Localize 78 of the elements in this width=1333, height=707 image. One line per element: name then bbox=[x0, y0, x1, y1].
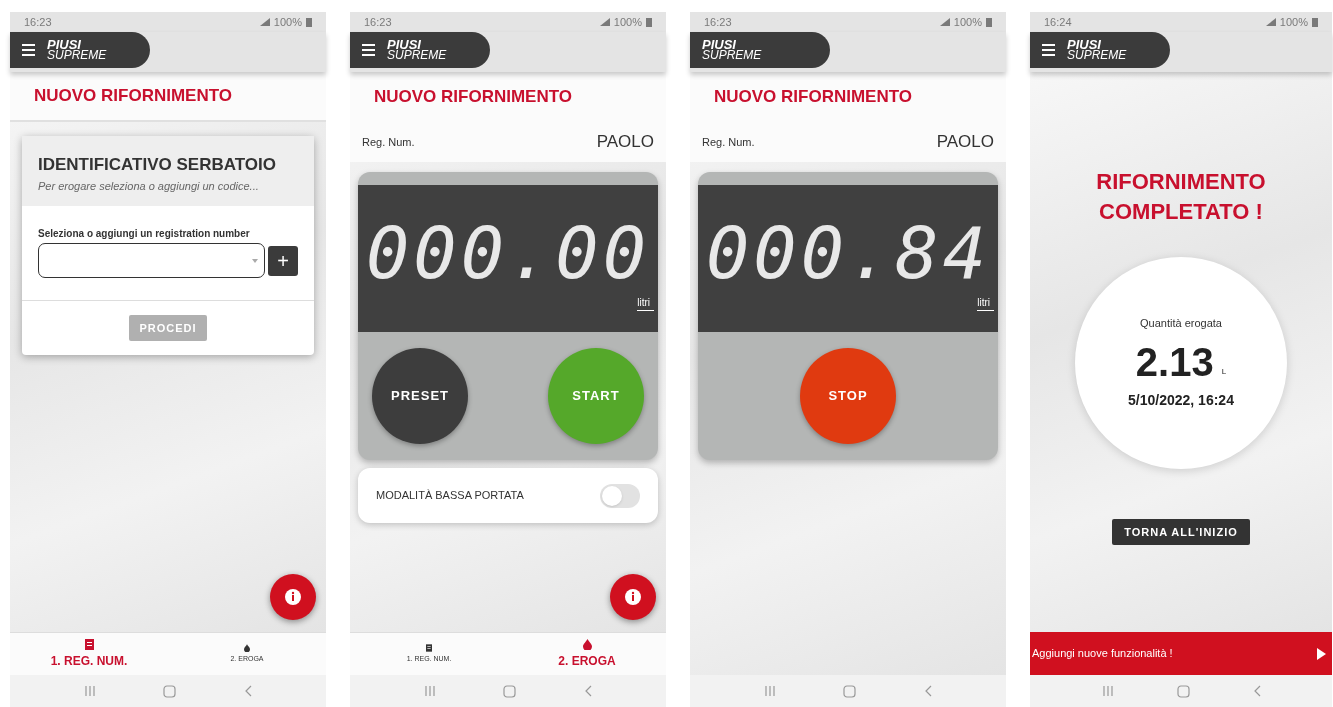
status-time: 16:23 bbox=[24, 14, 52, 30]
info-icon bbox=[284, 588, 302, 606]
logo-text: SUPREME bbox=[387, 50, 447, 61]
signal-icon bbox=[939, 18, 950, 26]
page-title: NUOVO RIFORNIMENTO bbox=[374, 86, 573, 109]
logo-text: SUPREME bbox=[47, 50, 107, 61]
logo-text: SUPREME bbox=[702, 50, 762, 61]
home-icon[interactable] bbox=[843, 684, 857, 698]
start-button[interactable]: START bbox=[548, 348, 644, 444]
battery-level: 100% bbox=[1279, 14, 1308, 30]
document-icon bbox=[426, 643, 432, 652]
back-icon[interactable] bbox=[584, 685, 593, 697]
display-unit: litri bbox=[637, 294, 654, 311]
signal-icon bbox=[259, 18, 270, 26]
logo-text: PIUSI bbox=[702, 39, 736, 50]
quantity-label: Quantità erogata bbox=[1140, 316, 1222, 332]
battery-icon bbox=[986, 17, 992, 27]
result-title: RIFORNIMENTO COMPLETATO ! bbox=[1095, 168, 1267, 226]
info-icon bbox=[624, 588, 642, 606]
reg-value: PAOLO bbox=[596, 131, 654, 154]
status-time: 16:24 bbox=[1044, 14, 1072, 30]
battery-icon bbox=[306, 17, 312, 27]
recent-apps-icon[interactable] bbox=[423, 685, 436, 697]
card-title: IDENTIFICATIVO SERBATOIO bbox=[38, 154, 277, 176]
status-time: 16:23 bbox=[704, 14, 732, 30]
logo-text: SUPREME bbox=[1067, 50, 1127, 61]
select-field[interactable] bbox=[38, 243, 265, 278]
restart-button[interactable]: TORNA ALL'INIZIO bbox=[1112, 519, 1250, 545]
display-unit: litri bbox=[977, 294, 994, 311]
back-icon[interactable] bbox=[1252, 685, 1261, 697]
logo-text: PIUSI bbox=[47, 39, 81, 50]
page-title: NUOVO RIFORNIMENTO bbox=[34, 85, 233, 108]
back-icon[interactable] bbox=[244, 685, 253, 697]
card-subtitle: Per erogare seleziona o aggiungi un codice... bbox=[38, 178, 260, 194]
date-time: 5/10/2022, 16:24 bbox=[1128, 390, 1234, 410]
feature-banner[interactable]: Aggiungi nuove funzionalità ! bbox=[1030, 632, 1332, 675]
preset-button[interactable]: PRESET bbox=[372, 348, 468, 444]
menu-button[interactable] bbox=[362, 44, 375, 56]
quantity-value: 2.13 bbox=[1135, 341, 1214, 382]
toggle-switch[interactable] bbox=[600, 483, 640, 508]
reg-value: PAOLO bbox=[936, 131, 994, 154]
menu-button[interactable] bbox=[22, 44, 35, 56]
signal-icon bbox=[599, 18, 610, 26]
reg-label: Reg. Num. bbox=[702, 134, 755, 150]
recent-apps-icon[interactable] bbox=[1101, 685, 1114, 697]
dropdown-caret-icon bbox=[252, 258, 258, 263]
field-label: Seleziona o aggiungi un registration number bbox=[38, 227, 251, 241]
drop-icon bbox=[244, 643, 250, 652]
battery-icon bbox=[646, 17, 652, 27]
display-reading: 000.84 bbox=[705, 216, 991, 289]
toggle-label: MODALITÀ BASSA PORTATA bbox=[376, 488, 524, 504]
home-icon[interactable] bbox=[163, 684, 177, 698]
logo-text: PIUSI bbox=[387, 39, 421, 50]
status-time: 16:23 bbox=[364, 14, 392, 30]
stop-button[interactable]: STOP bbox=[800, 348, 896, 444]
info-button[interactable] bbox=[610, 574, 656, 620]
bottom-nav-tab[interactable]: 1. REG. NUM. bbox=[10, 633, 168, 675]
quantity-unit: L bbox=[1221, 365, 1227, 378]
reg-label: Reg. Num. bbox=[362, 134, 415, 150]
home-icon[interactable] bbox=[503, 684, 517, 698]
menu-button[interactable] bbox=[1042, 44, 1055, 56]
display-reading: 000.00 bbox=[365, 216, 651, 289]
battery-level: 100% bbox=[613, 14, 642, 30]
info-button[interactable] bbox=[270, 574, 316, 620]
play-arrow-icon bbox=[1317, 647, 1326, 660]
logo-text: PIUSI bbox=[1067, 39, 1101, 50]
drop-icon bbox=[582, 638, 592, 650]
signal-icon bbox=[1265, 18, 1276, 26]
battery-icon bbox=[1312, 17, 1318, 27]
recent-apps-icon[interactable] bbox=[763, 685, 776, 697]
battery-level: 100% bbox=[273, 14, 302, 30]
bottom-nav-tab[interactable]: 2. EROGA bbox=[508, 633, 666, 675]
page-title: NUOVO RIFORNIMENTO bbox=[714, 86, 913, 109]
battery-level: 100% bbox=[953, 14, 982, 30]
home-icon[interactable] bbox=[1176, 684, 1190, 698]
document-icon bbox=[84, 638, 94, 650]
back-icon[interactable] bbox=[924, 685, 933, 697]
recent-apps-icon[interactable] bbox=[83, 685, 96, 697]
